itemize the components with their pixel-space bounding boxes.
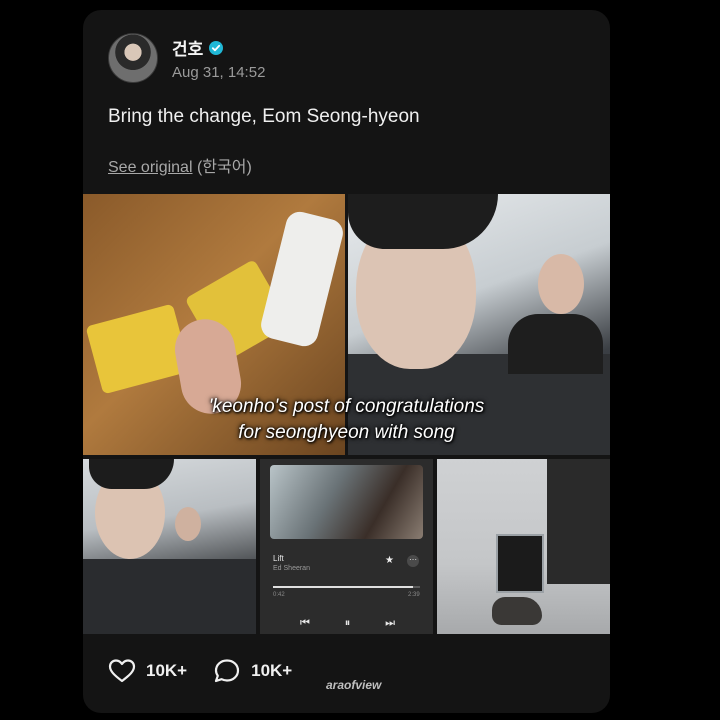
name-row: 건호 bbox=[172, 35, 265, 60]
video-caption: 'keonho's post of congratulations for se… bbox=[83, 394, 610, 446]
song-artist: Ed Sheeran bbox=[273, 565, 310, 572]
like-button[interactable]: 10K+ bbox=[108, 658, 187, 684]
time-total: 2:39 bbox=[408, 592, 420, 598]
see-original-link[interactable]: See original bbox=[108, 159, 193, 176]
avatar[interactable] bbox=[108, 33, 158, 83]
username[interactable]: 건호 bbox=[172, 35, 203, 60]
shirt bbox=[508, 314, 603, 374]
like-count: 10K+ bbox=[146, 661, 188, 680]
door bbox=[547, 459, 610, 584]
star-icon: ★ bbox=[385, 555, 394, 566]
previous-icon: ⏮ bbox=[300, 617, 310, 629]
post-actions: 10K+ 10K+ bbox=[108, 658, 318, 684]
song-progress-fill bbox=[273, 586, 413, 588]
translation-row: See original (한국어) bbox=[108, 153, 252, 177]
song-title: Lift bbox=[273, 554, 284, 563]
comment-icon bbox=[213, 658, 241, 684]
media-grid: Lift Ed Sheeran ★ ⋯ 0:42 2:39 ⏮ ⏸ ⏭ 'keo… bbox=[83, 194, 610, 634]
face bbox=[175, 507, 201, 541]
watermark: araofview bbox=[326, 678, 382, 692]
post-meta: 건호 Aug 31, 14:52 bbox=[172, 35, 265, 81]
dog bbox=[492, 597, 542, 625]
photo-selfie-2[interactable] bbox=[83, 459, 256, 634]
language-label: (한국어) bbox=[196, 159, 252, 176]
post-text: Bring the change, Eom Seong-hyeon bbox=[108, 106, 420, 127]
more-icon: ⋯ bbox=[407, 555, 419, 567]
post-header: 건호 Aug 31, 14:52 bbox=[108, 33, 265, 83]
comment-count: 10K+ bbox=[251, 661, 293, 680]
caption-line-2: for seonghyeon with song bbox=[238, 422, 455, 443]
photo-music-player[interactable]: Lift Ed Sheeran ★ ⋯ 0:42 2:39 ⏮ ⏸ ⏭ bbox=[260, 459, 433, 634]
face bbox=[538, 254, 584, 314]
hair bbox=[348, 194, 498, 249]
post-card: 건호 Aug 31, 14:52 Bring the change, Eom S… bbox=[83, 10, 610, 713]
verified-badge-icon bbox=[209, 40, 224, 55]
milk-bottle bbox=[258, 208, 345, 350]
pause-icon: ⏸ bbox=[344, 617, 351, 629]
caption-line-1: 'keonho's post of congratulations bbox=[208, 396, 485, 417]
hair bbox=[89, 459, 174, 489]
comment-button[interactable]: 10K+ bbox=[213, 658, 292, 684]
poster bbox=[496, 534, 544, 593]
album-art bbox=[270, 465, 423, 539]
photo-room-dog[interactable] bbox=[437, 459, 610, 634]
playback-controls: ⏮ ⏸ ⏭ bbox=[300, 617, 395, 630]
next-icon: ⏭ bbox=[385, 617, 395, 629]
time-elapsed: 0:42 bbox=[273, 592, 285, 598]
shirt bbox=[83, 559, 256, 634]
heart-icon bbox=[108, 658, 136, 684]
post-timestamp: Aug 31, 14:52 bbox=[172, 64, 266, 81]
song-progress-bar bbox=[273, 586, 420, 588]
